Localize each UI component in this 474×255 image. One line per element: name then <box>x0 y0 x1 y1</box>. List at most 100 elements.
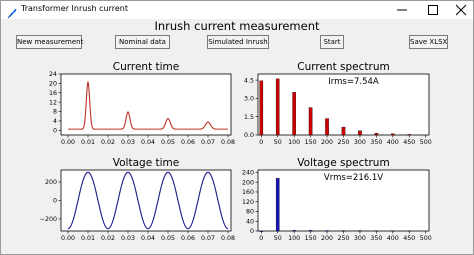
y-tick-label: 12 <box>49 99 57 106</box>
y-tick-label: 4.5 <box>244 77 254 84</box>
x-tick-label: 400 <box>387 139 399 146</box>
x-tick-label: 0.01 <box>81 139 95 146</box>
y-tick-label: 40 <box>246 218 254 225</box>
x-tick-label: 0.00 <box>61 139 75 146</box>
feather-icon <box>6 4 18 19</box>
y-tick-label: 0.0 <box>244 132 254 139</box>
chart-title: Current spectrum <box>297 61 389 73</box>
save-xlsx-button[interactable]: Save XLSX <box>409 35 448 49</box>
close-icon[interactable] <box>447 1 474 19</box>
spectrum-bar <box>391 133 395 136</box>
x-tick-label: 300 <box>354 235 366 242</box>
x-tick-label: 0.06 <box>181 139 195 146</box>
x-tick-label: 200 <box>321 235 333 242</box>
title-bar: Transformer Inrush current <box>1 1 473 19</box>
x-tick-label: 0.07 <box>201 235 215 242</box>
x-tick-label: 0.03 <box>121 139 135 146</box>
x-tick-label: 150 <box>305 235 317 242</box>
x-tick-label: 150 <box>305 139 317 146</box>
spectrum-bar <box>259 80 264 136</box>
chart-svg: Voltage time 0.00 0.01 0.02 0.03 0.04 0.05 0.06… <box>40 157 235 242</box>
spectrum-bar <box>292 92 296 136</box>
x-tick-label: 350 <box>370 235 382 242</box>
current-spectrum-chart: Current spectrum 0 50 100 150 200 250 300 350 400… <box>237 58 473 154</box>
spectrum-bar <box>308 107 313 136</box>
x-tick-label: 0.02 <box>101 139 115 146</box>
x-tick-label: 0.08 <box>221 139 235 146</box>
chart-title: Current time <box>113 61 180 73</box>
y-tick-label: 160 <box>242 189 254 196</box>
spectrum-bar <box>275 178 280 232</box>
spectrum-bar <box>407 230 412 232</box>
app-window: Transformer Inrush current Inrush curren… <box>0 0 474 255</box>
nominal-data-button[interactable]: Nominal data <box>115 35 170 49</box>
y-tick-label: 20 <box>49 81 57 88</box>
rms-annotation: Irms=7.54A <box>328 77 379 87</box>
spectrum-bar <box>325 230 329 232</box>
x-tick-label: 0.07 <box>201 139 215 146</box>
x-tick-label: 0.06 <box>181 235 195 242</box>
spectrum-bar <box>374 230 379 232</box>
minimize-icon[interactable] <box>388 1 416 19</box>
page-title: Inrush current measurement <box>154 19 320 33</box>
spectrum-bar <box>341 230 346 232</box>
plot-area <box>60 169 232 232</box>
x-tick-label: 350 <box>370 139 382 146</box>
x-tick-label: 0.05 <box>161 139 175 146</box>
window-title: Transformer Inrush current <box>21 4 128 13</box>
y-tick-label: 24 <box>49 71 57 78</box>
x-tick-label: 0.00 <box>61 235 75 242</box>
spectrum-bar <box>308 230 313 232</box>
x-tick-label: 250 <box>337 235 349 242</box>
x-tick-label: 250 <box>337 139 349 146</box>
x-tick-label: 0 <box>259 235 263 242</box>
maximize-icon[interactable] <box>419 1 447 19</box>
spectrum-bar <box>259 230 264 232</box>
y-tick-label: 200 <box>242 179 254 186</box>
spectrum-bar <box>341 126 346 136</box>
y-tick-label: 8 <box>53 109 57 116</box>
y-tick-label: 0 <box>53 198 57 205</box>
x-tick-label: 100 <box>288 235 300 242</box>
voltage-spectrum-chart: Voltage spectrum 0 50 100 150 200 250 300 350 400… <box>237 154 473 250</box>
chart-svg: Current spectrum 0 50 100 150 200 250 300 350 400… <box>244 61 432 146</box>
y-tick-label: 16 <box>49 90 57 97</box>
y-tick-label: 1.5 <box>244 114 254 121</box>
voltage-time-chart: Voltage time 0.00 0.01 0.02 0.03 0.04 0.05 0.06… <box>1 154 237 250</box>
start-button[interactable]: Start <box>320 35 344 49</box>
chart-title: Voltage spectrum <box>297 157 389 169</box>
x-tick-label: 0.01 <box>81 235 95 242</box>
chart-svg: Current time 0.00 0.01 0.02 0.03 0.04 0.05 0.06… <box>49 61 235 146</box>
x-tick-label: 450 <box>403 139 415 146</box>
x-tick-label: 0.02 <box>101 235 115 242</box>
y-tick-label: 200 <box>45 179 57 186</box>
spectrum-bar <box>374 133 379 136</box>
y-tick-label: 0 <box>53 128 57 135</box>
x-tick-label: 500 <box>420 139 432 146</box>
y-tick-label: 0 <box>250 228 254 235</box>
y-tick-label: −200 <box>40 216 57 223</box>
x-tick-label: 0.04 <box>141 139 155 146</box>
x-tick-label: 500 <box>420 235 432 242</box>
spectrum-bar <box>275 78 280 136</box>
chart-title: Voltage time <box>113 157 179 169</box>
x-tick-label: 300 <box>354 139 366 146</box>
x-tick-label: 200 <box>321 139 333 146</box>
new-measurement-button[interactable]: New measurement <box>16 35 83 49</box>
y-tick-label: 3.0 <box>244 96 254 103</box>
x-tick-label: 100 <box>288 139 300 146</box>
chart-svg: Voltage spectrum0 50 100 150 200 250 300 350 400… <box>242 157 432 242</box>
x-tick-label: 0 <box>259 139 263 146</box>
x-tick-label: 400 <box>387 235 399 242</box>
x-tick-label: 0.08 <box>221 235 235 242</box>
spectrum-bar <box>325 118 329 136</box>
x-tick-label: 450 <box>403 235 415 242</box>
y-tick-label: 80 <box>246 209 254 216</box>
simulated-inrush-button[interactable]: Simulated Inrush <box>207 35 269 49</box>
x-tick-label: 0.04 <box>141 235 155 242</box>
rms-annotation: Vrms=216.1V <box>324 173 383 183</box>
spectrum-bar <box>358 130 362 136</box>
y-tick-label: 240 <box>242 170 254 177</box>
current-time-chart: Current time 0.00 0.01 0.02 0.03 0.04 0.05 0.06… <box>1 58 237 154</box>
spectrum-bar <box>407 134 412 136</box>
